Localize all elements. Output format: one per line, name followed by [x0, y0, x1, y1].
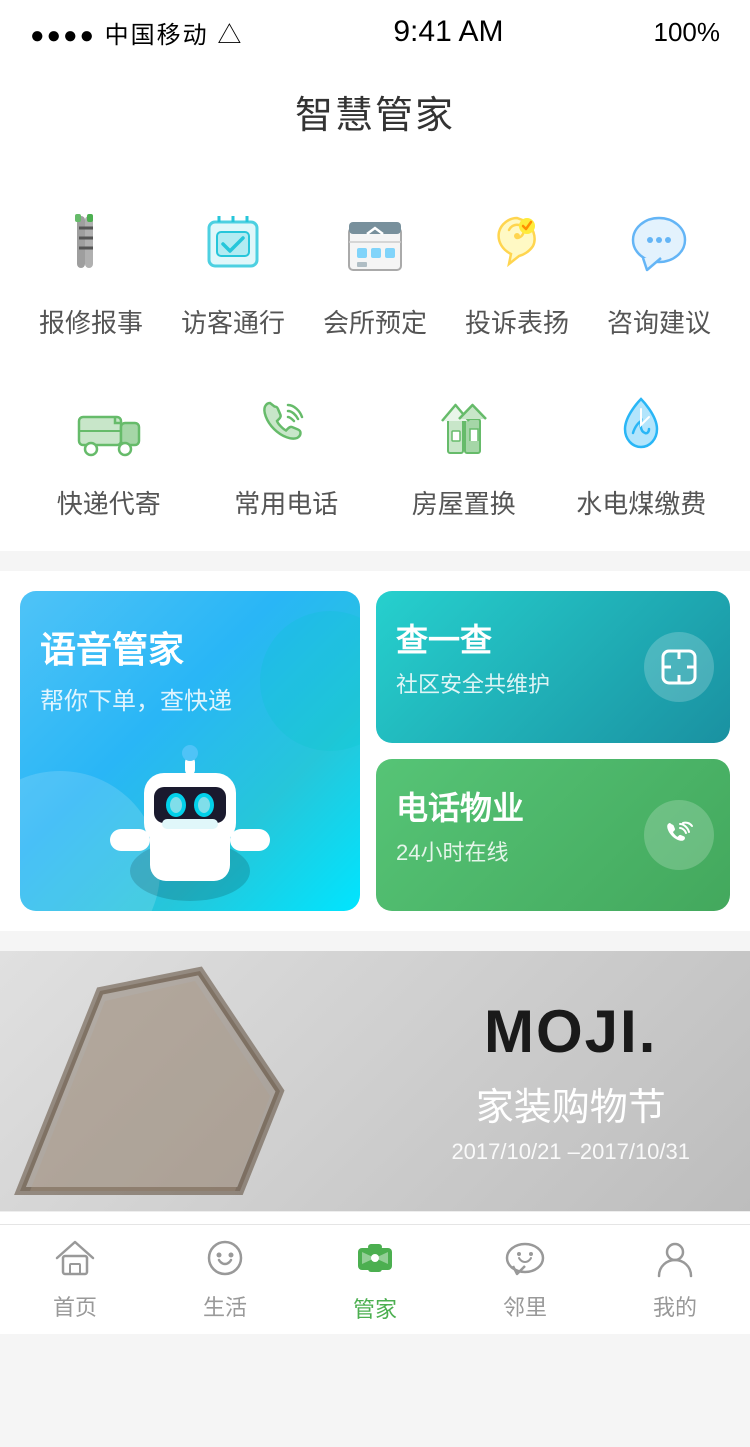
grid-row-2: 快递代寄 常用电话 — [20, 380, 730, 521]
grid-item-visitor[interactable]: 访客通行 — [168, 199, 298, 340]
voice-assistant-title: 语音管家 — [40, 621, 340, 673]
express-icon — [64, 380, 154, 470]
phone-icon — [241, 380, 331, 470]
nav-label-butler: 管家 — [353, 1292, 397, 1324]
nav-item-mine[interactable]: 我的 — [605, 1238, 745, 1322]
check-icon-circle — [644, 632, 714, 702]
ad-title: 家装购物节 — [451, 1076, 690, 1131]
home-nav-icon — [53, 1238, 97, 1286]
grid-item-house[interactable]: 房屋置换 — [399, 380, 529, 521]
grid-item-consult[interactable]: 咨询建议 — [594, 199, 724, 340]
ad-brand: MOJI. — [451, 997, 690, 1066]
carrier-signal: ●●●● 中国移动 △ — [30, 15, 243, 50]
nav-item-home[interactable]: 首页 — [5, 1238, 145, 1322]
grid-item-utility[interactable]: 水电煤缴费 — [576, 380, 706, 521]
nav-item-life[interactable]: 生活 — [155, 1238, 295, 1322]
nav-label-mine: 我的 — [653, 1290, 697, 1322]
grid-label-club: 会所预定 — [323, 303, 427, 340]
ad-date: 2017/10/21 –2017/10/31 — [451, 1139, 690, 1165]
utility-icon — [596, 380, 686, 470]
ad-banner-content: MOJI. 家装购物节 2017/10/21 –2017/10/31 — [451, 997, 690, 1165]
grid-label-express: 快递代寄 — [57, 484, 161, 521]
nav-item-butler[interactable]: 管家 — [305, 1236, 445, 1324]
mine-nav-icon — [653, 1238, 697, 1286]
phone-property-card[interactable]: 电话物业 24小时在线 — [376, 759, 730, 911]
grid-label-utility: 水电煤缴费 — [576, 484, 706, 521]
bottom-nav: 首页 生活 管家 — [0, 1224, 750, 1334]
check-card[interactable]: 查一查 社区安全共维护 — [376, 591, 730, 743]
status-bar: ●●●● 中国移动 △ 9:41 AM 100% — [0, 0, 750, 64]
voice-assistant-card[interactable]: 语音管家 帮你下单，查快递 — [20, 591, 360, 911]
voice-assistant-content: 语音管家 帮你下单，查快递 — [20, 591, 360, 746]
nav-label-neighbor: 邻里 — [503, 1290, 547, 1322]
grid-label-consult: 咨询建议 — [607, 303, 711, 340]
nav-item-neighbor[interactable]: 邻里 — [455, 1238, 595, 1322]
banner-section: 语音管家 帮你下单，查快递 — [0, 571, 750, 931]
page-header: 智慧管家 — [0, 64, 750, 169]
complaint-icon — [472, 199, 562, 289]
ad-banner[interactable]: MOJI. 家装购物节 2017/10/21 –2017/10/31 — [0, 951, 750, 1211]
battery: 100% — [654, 17, 721, 48]
repair-icon — [46, 199, 136, 289]
grid-label-repair: 报修报事 — [39, 303, 143, 340]
ad-mirror-svg — [0, 951, 300, 1211]
time: 9:41 AM — [393, 15, 503, 49]
neighbor-nav-icon — [503, 1238, 547, 1286]
grid-item-express[interactable]: 快递代寄 — [44, 380, 174, 521]
consult-icon — [614, 199, 704, 289]
butler-nav-icon — [350, 1236, 400, 1288]
divider-1 — [0, 551, 750, 571]
grid-label-visitor: 访客通行 — [181, 303, 285, 340]
grid-label-phone: 常用电话 — [234, 484, 338, 521]
life-nav-icon — [203, 1238, 247, 1286]
nav-label-home: 首页 — [53, 1290, 97, 1322]
grid-section: 报修报事 访客通行 — [0, 169, 750, 551]
banner-right: 查一查 社区安全共维护 电话物业 24小时在线 — [376, 591, 730, 911]
grid-label-house: 房屋置换 — [412, 484, 516, 521]
grid-item-phone[interactable]: 常用电话 — [221, 380, 351, 521]
voice-assistant-subtitle: 帮你下单，查快递 — [40, 681, 340, 716]
grid-item-repair[interactable]: 报修报事 — [26, 199, 156, 340]
grid-row-1: 报修报事 访客通行 — [20, 199, 730, 340]
club-icon — [330, 199, 420, 289]
grid-item-complaint[interactable]: 投诉表扬 — [452, 199, 582, 340]
page-bottom-spacer — [0, 1317, 750, 1447]
grid-item-club[interactable]: 会所预定 — [310, 199, 440, 340]
visitor-icon — [188, 199, 278, 289]
phone-property-icon-circle — [644, 800, 714, 870]
house-icon — [419, 380, 509, 470]
grid-label-complaint: 投诉表扬 — [465, 303, 569, 340]
nav-label-life: 生活 — [203, 1290, 247, 1322]
page-title: 智慧管家 — [295, 95, 455, 137]
